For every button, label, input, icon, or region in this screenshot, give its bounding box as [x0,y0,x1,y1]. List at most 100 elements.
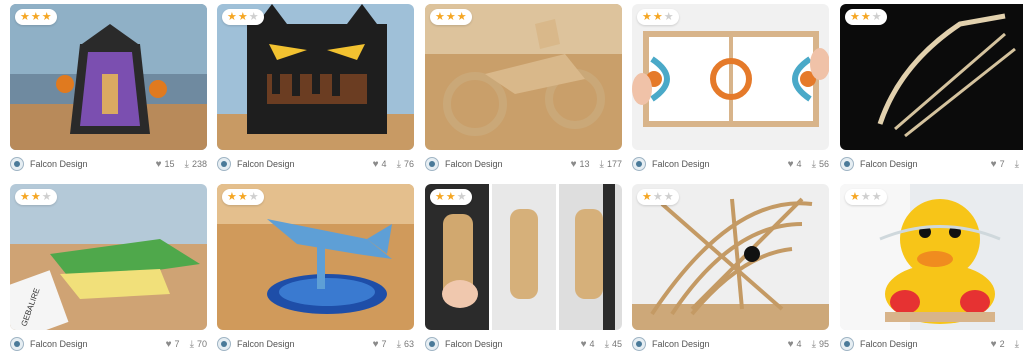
download-icon[interactable]: ⤓ [190,339,194,350]
author-name[interactable]: Falcon Design [652,339,710,349]
author-name[interactable]: Falcon Design [860,159,918,169]
board-game-photo [632,4,829,150]
star-icon: ★ [663,10,674,23]
heart-icon[interactable]: ♥ [991,339,997,350]
download-count: 76 [403,159,414,169]
rating-stars: ★ ★ ★ [637,9,679,25]
heart-icon[interactable]: ♥ [373,159,379,170]
download-icon[interactable]: ⤓ [185,159,189,170]
author-name[interactable]: Falcon Design [30,159,88,169]
star-icon: ★ [435,10,445,23]
star-icon: ★ [456,10,467,23]
star-icon: ★ [871,190,882,203]
card-meta: Falcon Design ♥ 4 ⤓ 56 [632,154,829,174]
card-meta: Falcon Design ♥ 4 ⤓ 95 [632,334,829,354]
model-card[interactable]: ★ ★ ★ Falcon Design ♥ 7 ⤓ [840,4,1023,178]
star-icon: ★ [41,190,52,203]
model-thumbnail[interactable]: ★ ★ ★ [217,4,414,150]
rating-stars: ★ ★ ★ [430,9,472,25]
author-name[interactable]: Falcon Design [237,159,295,169]
author-name[interactable]: Falcon Design [445,159,503,169]
star-icon: ★ [445,190,456,203]
spider-web-photo [632,184,829,330]
star-icon: ★ [227,190,237,203]
author-avatar[interactable] [10,157,24,171]
author-avatar[interactable] [217,337,231,351]
author-name[interactable]: Falcon Design [860,339,918,349]
rating-stars: ★ ★ ★ [845,9,887,25]
download-icon[interactable]: ⤓ [397,339,401,350]
star-icon: ★ [642,190,652,203]
author-avatar[interactable] [632,157,646,171]
download-count: 177 [606,159,622,169]
author-avatar[interactable] [10,337,24,351]
model-card[interactable]: GEBALIRE ★ ★ ★ Falcon Design ♥ 7 ⤓ 70 [10,184,207,358]
model-thumbnail[interactable]: ★ ★ ★ [840,4,1023,150]
model-card[interactable]: ★ ★ ★ Falcon Design ♥ 4 ⤓ 76 [217,4,414,178]
model-thumbnail[interactable]: ★ ★ ★ [840,184,1023,330]
like-count: 13 [579,159,590,169]
like-count: 7 [381,339,387,349]
author-avatar[interactable] [840,337,854,351]
heart-icon[interactable]: ♥ [581,339,587,350]
download-icon[interactable]: ⤓ [605,339,609,350]
model-card[interactable]: ★ ★ ★ Falcon Design ♥ 7 ⤓ 63 [217,184,414,358]
star-icon: ★ [850,190,860,203]
star-icon: ★ [456,190,467,203]
author-name[interactable]: Falcon Design [30,339,88,349]
heart-icon[interactable]: ♥ [373,339,379,350]
model-card[interactable]: ★ ★ ★ Falcon Design ♥ 15 ⤓ 238 [10,4,207,178]
wall-holder-photo [425,184,622,330]
author-avatar[interactable] [632,337,646,351]
download-count: 70 [196,339,207,349]
star-icon: ★ [652,190,663,203]
model-thumbnail[interactable]: ★ ★ ★ [10,4,207,150]
model-card[interactable]: ★ ★ ★ Falcon Design ♥ 2 ⤓ [840,184,1023,358]
author-avatar[interactable] [425,337,439,351]
download-count: 238 [191,159,207,169]
model-thumbnail[interactable]: ★ ★ ★ [632,4,829,150]
author-name[interactable]: Falcon Design [445,339,503,349]
rating-stars: ★ ★ ★ [222,189,264,205]
download-icon[interactable]: ⤓ [1015,339,1019,350]
author-avatar[interactable] [217,157,231,171]
heart-icon[interactable]: ♥ [788,159,794,170]
model-card[interactable]: ★ ★ ★ Falcon Design ♥ 4 ⤓ 56 [632,4,829,178]
model-thumbnail[interactable]: ★ ★ ★ [425,184,622,330]
author-avatar[interactable] [425,157,439,171]
model-card[interactable]: ★ ★ ★ Falcon Design ♥ 4 ⤓ 95 [632,184,829,358]
heart-icon[interactable]: ♥ [991,159,997,170]
author-avatar[interactable] [840,157,854,171]
model-card[interactable]: ★ ★ ★ Falcon Design ♥ 13 ⤓ 177 [425,4,622,178]
like-count: 7 [174,339,180,349]
download-count: 95 [818,339,829,349]
like-count: 4 [381,159,387,169]
download-icon[interactable]: ⤓ [812,339,816,350]
heart-icon[interactable]: ♥ [788,339,794,350]
heart-icon[interactable]: ♥ [156,159,162,170]
star-icon: ★ [850,10,860,23]
download-icon[interactable]: ⤓ [600,159,604,170]
star-icon: ★ [642,10,652,23]
model-thumbnail[interactable]: GEBALIRE ★ ★ ★ [10,184,207,330]
heart-icon[interactable]: ♥ [571,159,577,170]
rating-stars: ★ ★ ★ [222,9,264,25]
heart-icon[interactable]: ♥ [166,339,172,350]
bow-photo [840,4,1023,150]
like-count: 4 [589,339,595,349]
download-count: 56 [818,159,829,169]
author-name[interactable]: Falcon Design [237,339,295,349]
download-icon[interactable]: ⤓ [1015,159,1019,170]
model-thumbnail[interactable]: ★ ★ ★ [425,4,622,150]
download-icon[interactable]: ⤓ [812,159,816,170]
model-thumbnail[interactable]: ★ ★ ★ [632,184,829,330]
star-icon: ★ [445,10,456,23]
star-icon: ★ [860,10,871,23]
duck-photo [840,184,1023,330]
author-name[interactable]: Falcon Design [652,159,710,169]
download-icon[interactable]: ⤓ [397,159,401,170]
model-grid: ★ ★ ★ Falcon Design ♥ 15 ⤓ 238 ★ ★ ★ Fal… [0,0,1023,351]
model-card[interactable]: ★ ★ ★ Falcon Design ♥ 4 ⤓ 45 [425,184,622,358]
card-meta: Falcon Design ♥ 7 ⤓ 63 [217,334,414,354]
model-thumbnail[interactable]: ★ ★ ★ [217,184,414,330]
